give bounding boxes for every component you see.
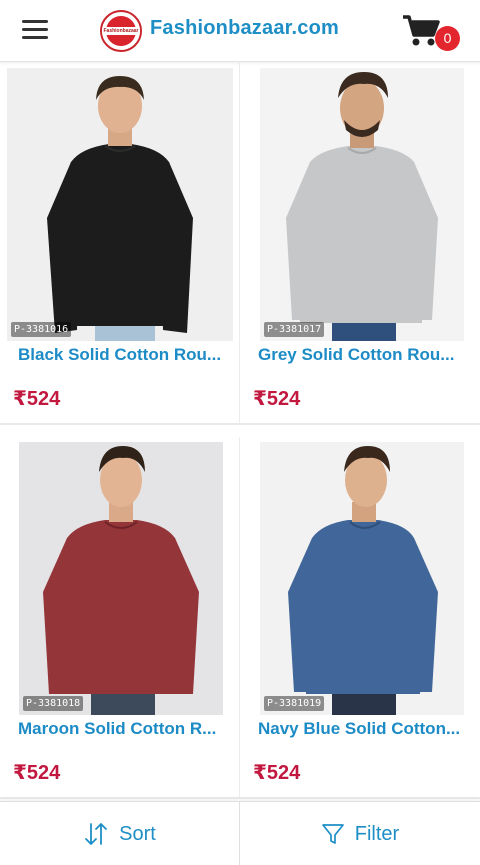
product-price: ₹524 [13,762,61,784]
product-title[interactable]: Grey Solid Cotton Rou... [258,345,473,365]
product-id: P-3381016 [11,322,72,337]
sort-arrows-icon [85,823,108,845]
logo-text: Fashionbazaar [103,28,139,34]
product-image[interactable]: P-3381017 [260,68,464,341]
product-price: ₹524 [253,388,301,410]
cart-count-badge: 0 [435,26,460,51]
product-image[interactable]: P-3381016 [7,68,233,341]
product-card[interactable]: P-3381018 Maroon Solid Cotton R... ₹524 [0,437,240,799]
filter-label: Filter [354,822,400,845]
brand-logo[interactable]: Fashionbazaar [100,10,142,52]
cart-button[interactable]: 0 [402,14,462,54]
product-id: P-3381017 [264,322,325,337]
product-card[interactable]: P-3381019 Navy Blue Solid Cotton... ₹524 [240,437,480,799]
product-title[interactable]: Black Solid Cotton Rou... [18,345,233,365]
product-price: ₹524 [13,388,61,410]
product-image[interactable]: P-3381018 [19,442,223,715]
product-image[interactable]: P-3381019 [260,442,464,715]
sort-label: Sort [119,822,156,845]
filter-button[interactable]: Filter [240,802,480,865]
filter-funnel-icon [321,824,344,844]
product-title[interactable]: Maroon Solid Cotton R... [18,719,233,739]
product-title[interactable]: Navy Blue Solid Cotton... [258,719,473,739]
header: Fashionbazaar Fashionbazaar.com 0 [0,0,480,62]
sort-button[interactable]: Sort [0,802,240,865]
bottom-action-bar: Sort Filter [0,801,480,865]
product-card[interactable]: P-3381017 Grey Solid Cotton Rou... ₹524 [240,63,480,425]
hamburger-menu-icon[interactable] [22,20,48,42]
product-card[interactable]: P-3381016 Black Solid Cotton Rou... ₹524 [0,63,240,425]
product-id: P-3381019 [264,696,325,711]
product-grid: P-3381016 Black Solid Cotton Rou... ₹524 [0,63,480,799]
product-id: P-3381018 [23,696,84,711]
brand-name[interactable]: Fashionbazaar.com [150,17,339,40]
product-price: ₹524 [253,762,301,784]
app: Fashionbazaar Fashionbazaar.com 0 P-3381… [0,0,480,865]
